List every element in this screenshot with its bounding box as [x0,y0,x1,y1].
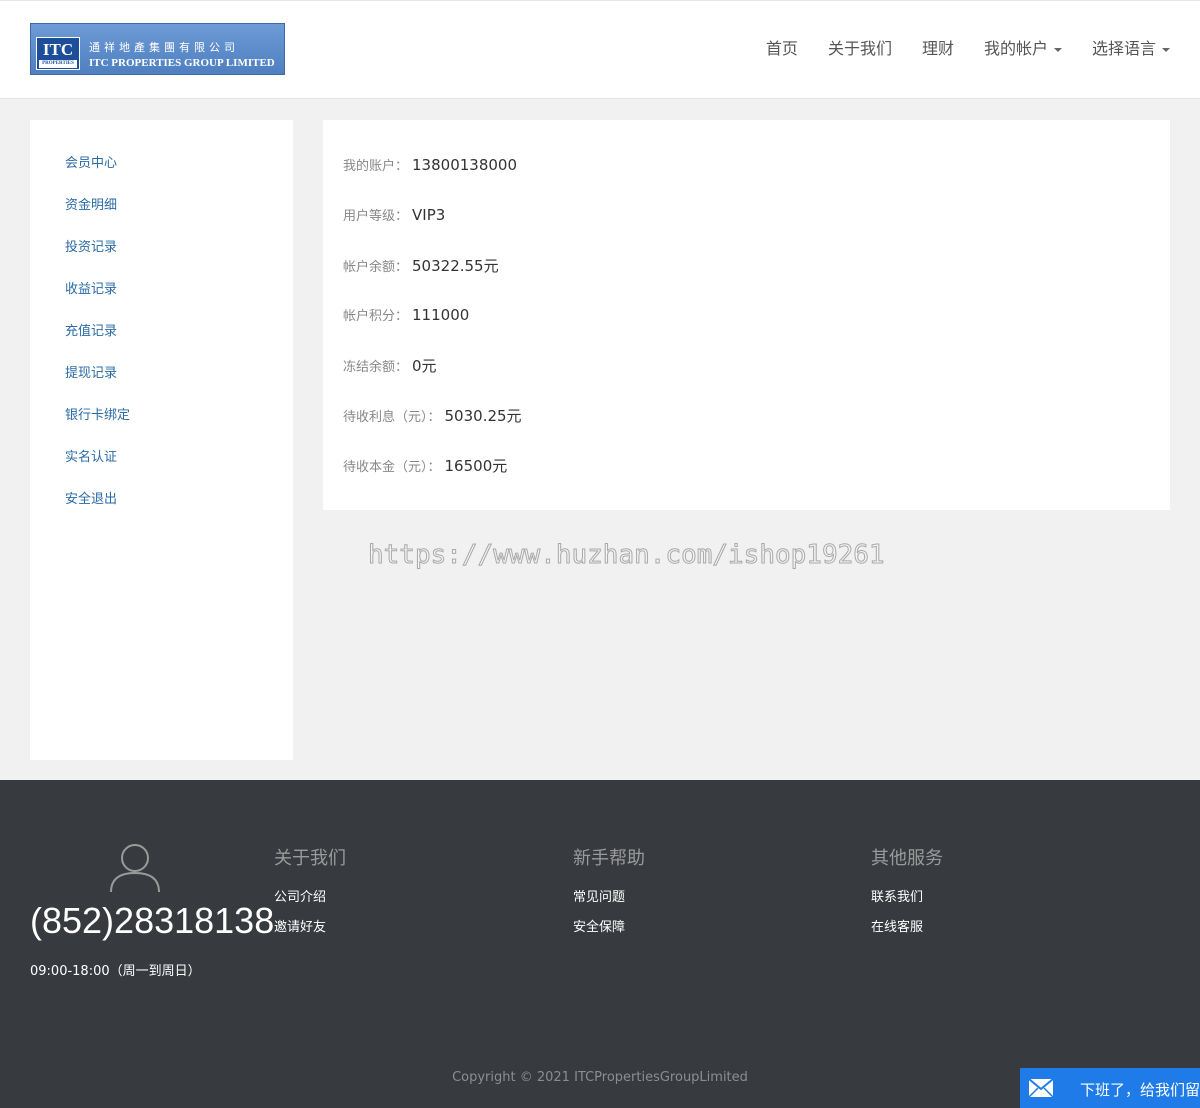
main-nav: 首页 关于我们 理财 我的帐户 选择语言 [736,35,1170,59]
points-row: 帐户积分： 111000 [343,305,469,324]
leave-message-label: 下班了，给我们留言 [1080,1081,1200,1099]
logo-badge-sub: PROPERTIES [39,60,77,68]
nav-home[interactable]: 首页 [766,35,798,59]
logo-name-cn: 通祥地產集團有限公司 [89,42,239,54]
logo-badge: ITC PROPERTIES [36,37,80,70]
pending-principal-value: 16500元 [444,457,508,475]
level-label: 用户等级： [343,209,409,224]
logo-badge-text: ITC [42,40,74,59]
footer-col-services-title: 其他服务 [871,848,943,869]
service-hours: 09:00-18:00（周一到周日） [30,964,201,979]
footer-link-invite-friends[interactable]: 邀请好友 [274,916,326,935]
footer-link-faq[interactable]: 常见问题 [573,886,625,905]
nav-finance[interactable]: 理财 [922,35,954,59]
nav-language-label: 选择语言 [1091,39,1156,58]
footer-col-help-title: 新手帮助 [573,848,645,869]
sidebar-item-fund-details[interactable]: 资金明细 [65,194,117,213]
balance-label: 帐户余额： [343,260,409,275]
nav-account-label: 我的帐户 [983,39,1048,58]
sidebar: 会员中心 资金明细 投资记录 收益记录 充值记录 提现记录 银行卡绑定 实名认证… [30,120,293,760]
nav-about[interactable]: 关于我们 [828,35,892,59]
points-value: 111000 [412,306,470,324]
footer-link-company-intro[interactable]: 公司介绍 [274,886,326,905]
account-label: 我的账户： [343,159,409,174]
account-row: 我的账户： 13800138000 [343,155,517,174]
footer-link-security[interactable]: 安全保障 [573,916,625,935]
footer-col-about-title: 关于我们 [274,848,346,869]
envelope-icon [1028,1078,1054,1098]
nav-account-dropdown[interactable]: 我的帐户 [984,35,1062,59]
watermark: https://www.huzhan.com/ishop19261 [368,540,886,571]
level-row: 用户等级： VIP3 [343,205,445,224]
contact-phone: (852)28318138 [30,900,275,941]
pending-interest-label: 待收利息（元）： [343,410,441,425]
logo[interactable]: ITC PROPERTIES 通祥地產集團有限公司 ITC PROPERTIES… [30,23,285,75]
pending-interest-value: 5030.25元 [444,407,522,425]
pending-interest-row: 待收利息（元）： 5030.25元 [343,405,522,426]
points-label: 帐户积分： [343,309,409,324]
sidebar-item-income-records[interactable]: 收益记录 [65,278,117,297]
caret-down-icon [1053,47,1062,52]
sidebar-item-member-center[interactable]: 会员中心 [65,152,117,171]
sidebar-item-real-name[interactable]: 实名认证 [65,446,117,465]
footer-link-online-service[interactable]: 在线客服 [871,916,923,935]
frozen-row: 冻结余额： 0元 [343,355,437,376]
pending-principal-label: 待收本金（元）： [343,460,441,475]
account-value: 13800138000 [412,156,517,174]
logo-name-en: ITC PROPERTIES GROUP LIMITED [89,57,275,69]
level-value: VIP3 [412,206,446,224]
sidebar-item-withdraw-records[interactable]: 提现记录 [65,362,117,381]
caret-down-icon [1162,47,1170,52]
sidebar-item-bank-card[interactable]: 银行卡绑定 [65,404,130,423]
pending-principal-row: 待收本金（元）： 16500元 [343,455,507,476]
balance-row: 帐户余额： 50322.55元 [343,255,499,276]
footer-link-contact[interactable]: 联系我们 [871,886,923,905]
account-panel: 我的账户： 13800138000 用户等级： VIP3 帐户余额： 50322.55… [323,120,1170,510]
frozen-value: 0元 [412,357,437,375]
sidebar-item-investment-records[interactable]: 投资记录 [65,236,117,255]
sidebar-item-logout[interactable]: 安全退出 [65,488,117,507]
header: ITC PROPERTIES 通祥地產集團有限公司 ITC PROPERTIES… [0,0,1200,99]
sidebar-item-recharge-records[interactable]: 充值记录 [65,320,117,339]
footer: (852)28318138 09:00-18:00（周一到周日） 关于我们 公司… [0,780,1200,1108]
leave-message-button[interactable]: 下班了，给我们留言 [1020,1068,1200,1108]
nav-language-dropdown[interactable]: 选择语言 [1092,35,1170,59]
user-icon [110,844,160,892]
balance-value: 50322.55元 [412,257,499,275]
frozen-label: 冻结余额： [343,360,409,375]
